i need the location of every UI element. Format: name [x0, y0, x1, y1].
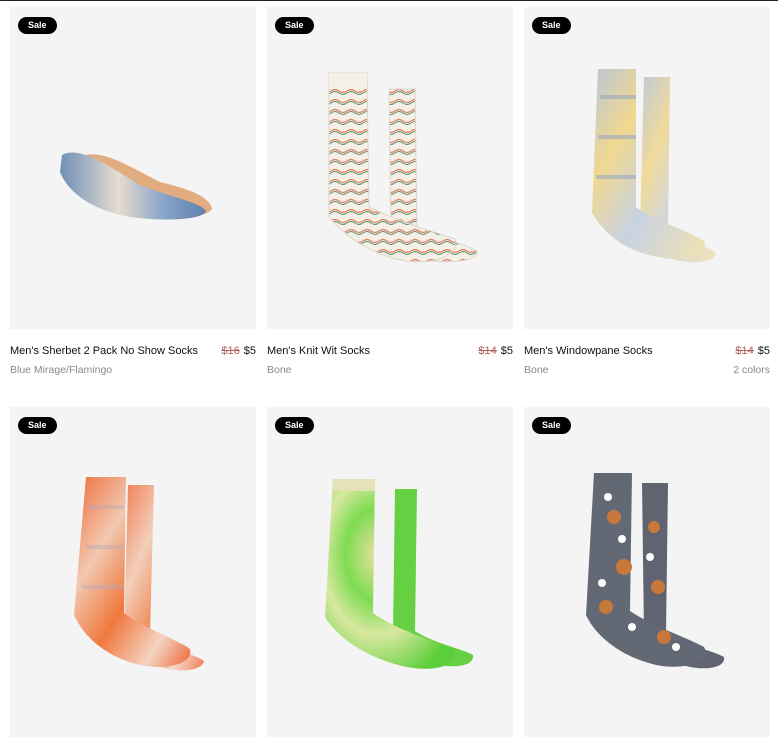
- sale-price: $5: [243, 345, 256, 357]
- original-price: $14: [478, 345, 497, 357]
- product-card[interactable]: Sale Men's Windowpane Socks $14 $5 Bone 2…: [524, 7, 770, 376]
- product-image[interactable]: Sale: [267, 407, 513, 737]
- product-variant: Bone: [524, 364, 549, 376]
- windowpane-sock-image: [592, 69, 716, 263]
- sale-badge: Sale: [532, 17, 571, 34]
- product-grid: Sale Men's Sherbet 2 Pack No Show Socks …: [0, 0, 778, 737]
- product-card[interactable]: Sale: [524, 407, 770, 737]
- sale-price: $5: [500, 345, 513, 357]
- sale-price: $5: [757, 345, 770, 357]
- product-price: $14 $5: [735, 344, 770, 358]
- no-show-sock-image: [60, 152, 212, 220]
- product-price: $14 $5: [478, 344, 513, 358]
- product-price: $16 $5: [221, 344, 256, 358]
- green-tie-dye-sock-image: [325, 479, 474, 669]
- product-variant: Blue Mirage/Flamingo: [10, 364, 113, 376]
- product-card[interactable]: Sale: [267, 407, 513, 737]
- product-image[interactable]: Sale: [524, 7, 770, 329]
- color-count[interactable]: 2 colors: [733, 363, 770, 377]
- original-price: $14: [735, 345, 754, 357]
- floral-sock-image: [586, 473, 725, 669]
- product-image[interactable]: Sale: [267, 7, 513, 329]
- sale-badge: Sale: [18, 417, 57, 434]
- product-variant: Bone: [267, 364, 292, 376]
- wavy-striped-sock-image: [328, 72, 478, 263]
- orange-tie-dye-sock-image: [74, 477, 204, 671]
- product-image[interactable]: Sale: [524, 407, 770, 737]
- sale-badge: Sale: [532, 417, 571, 434]
- product-name[interactable]: Men's Windowpane Socks: [524, 344, 653, 358]
- product-image[interactable]: Sale: [10, 407, 256, 737]
- product-card[interactable]: Sale Men's Knit Wit Socks $14 $5 Bone: [267, 7, 513, 376]
- sale-badge: Sale: [275, 417, 314, 434]
- product-card[interactable]: Sale Men's Sherbet 2 Pack No Show Socks …: [10, 7, 256, 376]
- sale-badge: Sale: [275, 17, 314, 34]
- sale-badge: Sale: [18, 17, 57, 34]
- product-name[interactable]: Men's Sherbet 2 Pack No Show Socks: [10, 344, 198, 358]
- product-name[interactable]: Men's Knit Wit Socks: [267, 344, 370, 358]
- product-card[interactable]: Sale: [10, 407, 256, 737]
- product-image[interactable]: Sale: [10, 7, 256, 329]
- original-price: $16: [221, 345, 240, 357]
